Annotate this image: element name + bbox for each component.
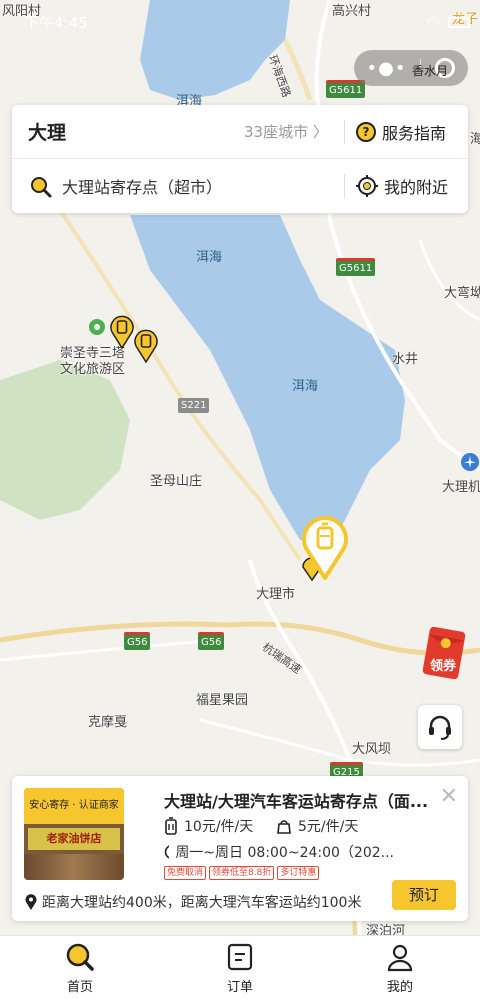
- hours-label: 周一~周日 08:00~24:00（202...: [175, 845, 394, 861]
- tab-home-label: 首页: [66, 980, 93, 995]
- divider: [344, 120, 345, 144]
- wifi-icon: ◠: [426, 13, 440, 31]
- search-input[interactable]: 大理站寄存点（超市）: [62, 174, 222, 198]
- highway-shield: S221: [178, 398, 210, 413]
- clock-icon: [164, 845, 170, 859]
- opening-hours: 周一~周日 08:00~24:00（202...: [164, 842, 394, 862]
- price-large-luggage: 10元/件/天: [164, 816, 253, 836]
- book-button[interactable]: 预订: [392, 880, 456, 910]
- city-row: 大理 33座城市 〉 ? 服务指南: [12, 105, 468, 159]
- map-label: 水井: [392, 352, 419, 367]
- battery-icon: [448, 16, 470, 28]
- help-icon: ?: [356, 121, 376, 142]
- map-label-water: 洱海: [292, 379, 319, 394]
- status-bar: 下午4:45 ◠: [24, 10, 470, 34]
- storage-point-card[interactable]: 安心寄存 · 认证商家 老家油饼店 大理站/大理汽车客运站寄存点（面... ✕ …: [12, 776, 468, 921]
- storage-pin[interactable]: [132, 328, 160, 364]
- distance-label: 距离大理站约400米，距离大理汽车客运站约100米: [42, 895, 362, 911]
- certified-badge: 安心寄存 · 认证商家: [24, 788, 124, 824]
- map-label: 大理市: [256, 587, 296, 602]
- service-guide-label: 服务指南: [382, 123, 447, 143]
- distance-info: 距离大理站约400米，距离大理汽车客运站约100米: [24, 892, 361, 912]
- selected-storage-pin[interactable]: [300, 514, 350, 580]
- current-city[interactable]: 大理: [28, 118, 66, 145]
- tab-orders[interactable]: 订单: [160, 936, 320, 999]
- mini-program-capsule[interactable]: •●• 香水月: [354, 50, 468, 86]
- map-label: 海东: [470, 132, 480, 147]
- nearby-button[interactable]: 我的附近: [356, 174, 448, 198]
- close-icon[interactable]: ✕: [440, 784, 458, 809]
- shop-shelf: [24, 854, 124, 880]
- map-label: 克摩戛: [88, 715, 128, 730]
- promo-tag: 多订特惠: [277, 866, 320, 880]
- map-label: 大弯坳: [444, 286, 480, 301]
- tab-bar: 首页 订单 我的: [0, 935, 480, 999]
- divider: [344, 174, 345, 198]
- price-small-luggage: 5元/件/天: [276, 816, 358, 836]
- map-label: 文化旅游区: [60, 362, 126, 377]
- shop-sign: 老家油饼店: [28, 828, 120, 850]
- nearby-label: 我的附近: [384, 178, 449, 197]
- highway-shield: G56: [198, 632, 225, 650]
- map-label: 深泊河: [366, 924, 406, 935]
- city-count-link[interactable]: 33座城市 〉: [244, 121, 328, 142]
- search-row[interactable]: 大理站寄存点（超市） 我的附近: [12, 159, 468, 213]
- highway-shield: G5611: [326, 80, 366, 98]
- location-pin-icon: [25, 894, 37, 910]
- bag-icon: [277, 820, 291, 834]
- status-icons: ◠: [427, 13, 470, 31]
- capsule-share-label: 香水月: [412, 64, 449, 78]
- tab-home[interactable]: 首页: [0, 936, 160, 999]
- locate-icon: [356, 175, 378, 197]
- tab-profile-label: 我的: [386, 980, 413, 995]
- search-card: 大理 33座城市 〉 ? 服务指南 大理站寄存点（超市） 我的附近: [12, 105, 468, 213]
- more-icon[interactable]: •●•: [367, 58, 407, 79]
- search-home-icon: [66, 943, 94, 971]
- price-large-label: 10元/件/天: [184, 819, 254, 835]
- status-time: 下午4:45: [24, 13, 88, 32]
- highway-shield: G56: [124, 632, 151, 650]
- price-small-label: 5元/件/天: [298, 819, 359, 835]
- headset-icon: [429, 715, 451, 740]
- map-label: 福星果园: [196, 693, 249, 708]
- promo-tag: 免费取消: [164, 866, 207, 880]
- coupon-label: 领券: [430, 659, 457, 674]
- map-label: 大理机: [442, 480, 480, 495]
- tab-orders-label: 订单: [226, 980, 253, 995]
- highway-shield: G5611: [336, 258, 376, 276]
- camera-icon: [89, 319, 105, 335]
- user-icon: [387, 944, 413, 972]
- map-label: 圣母山庄: [150, 474, 203, 489]
- promo-tags: 免费取消 领券低至8.8折 多订特惠: [164, 866, 320, 880]
- customer-service-button[interactable]: [418, 705, 462, 749]
- coupon-redpacket-button[interactable]: 领券: [420, 625, 468, 681]
- shop-photo: 安心寄存 · 认证商家 老家油饼店: [24, 788, 124, 880]
- search-icon: [31, 177, 52, 198]
- airport-icon: [461, 453, 479, 471]
- promo-tag: 领券低至8.8折: [209, 866, 275, 880]
- map-label: 大风坝: [352, 742, 392, 757]
- orders-icon: [227, 943, 253, 971]
- service-guide-button[interactable]: ? 服务指南: [356, 120, 446, 144]
- tab-profile[interactable]: 我的: [320, 936, 480, 999]
- map-label-water: 洱海: [196, 250, 223, 265]
- suitcase-icon: [165, 817, 177, 835]
- shop-name: 大理站/大理汽车客运站寄存点（面...: [164, 792, 429, 811]
